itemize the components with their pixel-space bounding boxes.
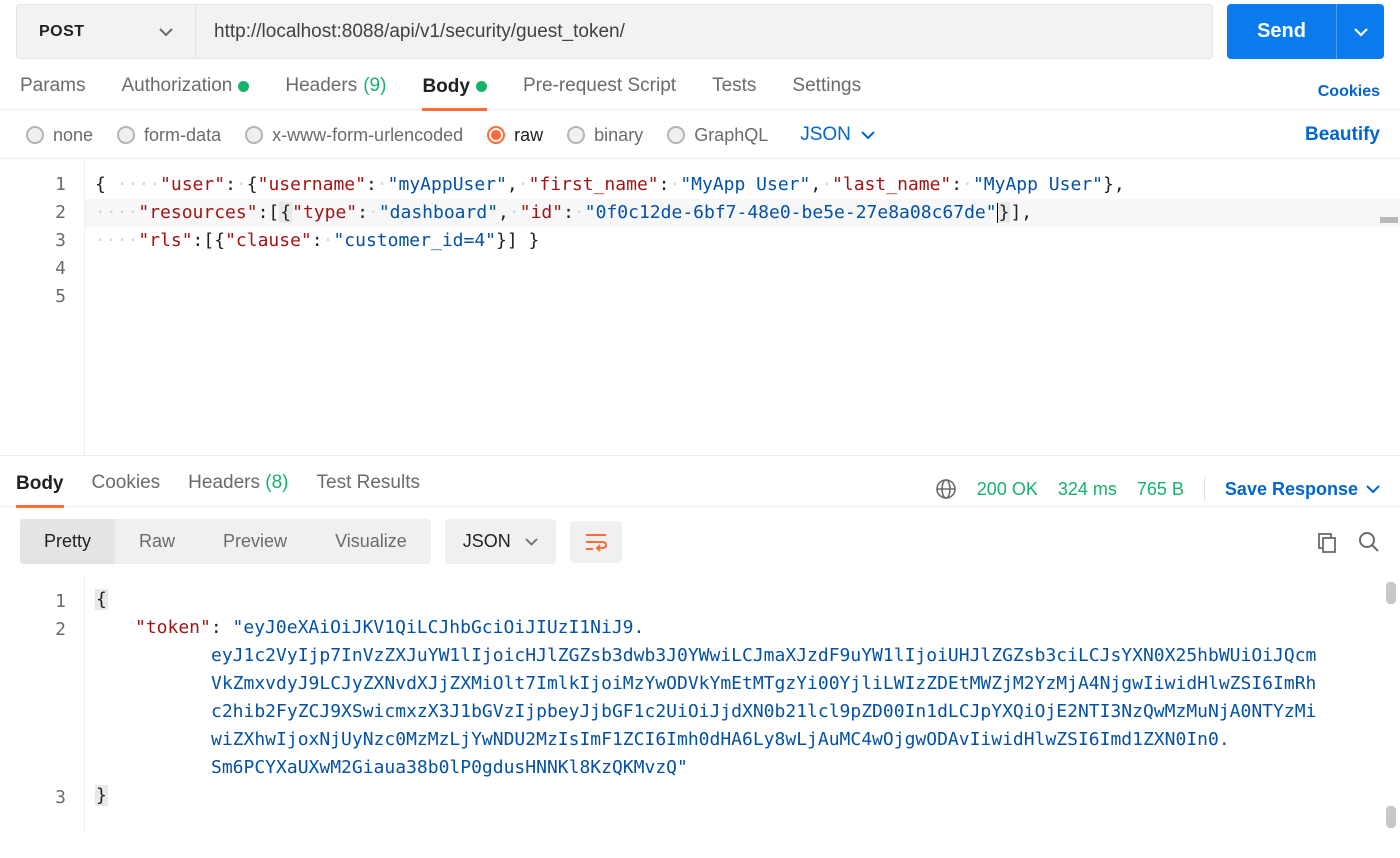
tab-headers[interactable]: Headers (9)	[285, 75, 386, 109]
tab-authorization[interactable]: Authorization	[121, 75, 249, 109]
tab-params[interactable]: Params	[20, 75, 85, 109]
tab-body[interactable]: Body	[422, 76, 487, 111]
scrollbar-thumb[interactable]	[1386, 806, 1396, 828]
radio-formdata[interactable]: form-data	[117, 125, 221, 146]
copy-icon[interactable]	[1316, 531, 1338, 553]
response-body-editor[interactable]: 1 2 3 { "token": "eyJ0eXAiOiJKV1QiLCJhbG…	[0, 576, 1400, 834]
radio-icon	[117, 126, 135, 144]
response-time: 324 ms	[1058, 479, 1117, 500]
radio-icon	[487, 126, 505, 144]
fmt-pretty[interactable]: Pretty	[20, 519, 115, 564]
wrap-icon	[584, 531, 608, 553]
line-gutter: 1 2 3 4 5	[0, 159, 84, 455]
chevron-down-icon	[1366, 485, 1380, 494]
radio-binary[interactable]: binary	[567, 125, 643, 146]
method-value: POST	[39, 23, 85, 41]
headers-count: (9)	[363, 75, 386, 97]
radio-none[interactable]: none	[26, 125, 93, 146]
fmt-tabs: Pretty Raw Preview Visualize	[20, 519, 431, 564]
resp-lang-dropdown[interactable]: JSON	[445, 519, 556, 564]
radio-icon	[26, 126, 44, 144]
resp-headers-count: (8)	[265, 472, 288, 493]
url-text: http://localhost:8088/api/v1/security/gu…	[214, 21, 625, 43]
radio-icon	[567, 126, 585, 144]
status-code: 200 OK	[977, 479, 1038, 500]
send-group: Send	[1227, 4, 1384, 59]
chevron-down-icon	[861, 131, 875, 140]
url-input[interactable]: http://localhost:8088/api/v1/security/gu…	[196, 4, 1213, 59]
resp-tab-test[interactable]: Test Results	[317, 472, 420, 506]
request-body-editor[interactable]: 1 2 3 4 5 { ····"user":·{"username":·"my…	[0, 159, 1400, 456]
wrap-lines-button[interactable]	[570, 521, 622, 563]
response-meta: 200 OK 324 ms 765 B Save Response	[935, 477, 1380, 501]
response-size: 765 B	[1137, 479, 1184, 500]
cookies-link[interactable]: Cookies	[1318, 83, 1380, 101]
fmt-raw[interactable]: Raw	[115, 519, 199, 564]
resp-tab-headers[interactable]: Headers (8)	[188, 472, 288, 506]
send-button[interactable]: Send	[1227, 4, 1336, 59]
divider	[1204, 477, 1205, 501]
request-tabs: Params Authorization Headers (9) Body Pr…	[0, 59, 1400, 110]
resp-tab-cookies[interactable]: Cookies	[92, 472, 161, 506]
fmt-preview[interactable]: Preview	[199, 519, 311, 564]
globe-icon[interactable]	[935, 478, 957, 500]
status-dot-icon	[238, 81, 249, 92]
beautify-link[interactable]: Beautify	[1305, 124, 1380, 146]
method-select[interactable]: POST	[16, 4, 196, 59]
tab-tests[interactable]: Tests	[712, 75, 756, 109]
resp-tab-body[interactable]: Body	[16, 473, 64, 508]
search-icon[interactable]	[1358, 531, 1380, 553]
send-caret-button[interactable]	[1336, 4, 1384, 59]
response-tabs: Body Cookies Headers (8) Test Results 20…	[0, 456, 1400, 507]
status-dot-icon	[476, 81, 487, 92]
scrollbar-thumb[interactable]	[1386, 582, 1396, 604]
radio-xform[interactable]: x-www-form-urlencoded	[245, 125, 463, 146]
request-bar: POST http://localhost:8088/api/v1/securi…	[0, 0, 1400, 59]
body-type-row: none form-data x-www-form-urlencoded raw…	[0, 110, 1400, 159]
code-area[interactable]: { ····"user":·{"username":·"myAppUser",·…	[84, 159, 1400, 455]
chevron-down-icon	[525, 538, 538, 546]
radio-raw[interactable]: raw	[487, 125, 543, 146]
body-lang-dropdown[interactable]: JSON	[800, 124, 875, 146]
save-response-button[interactable]: Save Response	[1225, 479, 1380, 500]
tab-settings[interactable]: Settings	[792, 75, 861, 109]
response-format-row: Pretty Raw Preview Visualize JSON	[0, 507, 1400, 576]
minimap-marker	[1380, 217, 1398, 223]
chevron-down-icon	[159, 27, 173, 37]
radio-icon	[245, 126, 263, 144]
radio-icon	[667, 126, 685, 144]
resp-code-area[interactable]: { "token": "eyJ0eXAiOiJKV1QiLCJhbGciOiJI…	[84, 576, 1400, 834]
radio-graphql[interactable]: GraphQL	[667, 125, 768, 146]
resp-line-gutter: 1 2 3	[0, 576, 84, 834]
tab-prerequest[interactable]: Pre-request Script	[523, 75, 676, 109]
fmt-right-actions	[1316, 531, 1380, 553]
fmt-visualize[interactable]: Visualize	[311, 519, 431, 564]
